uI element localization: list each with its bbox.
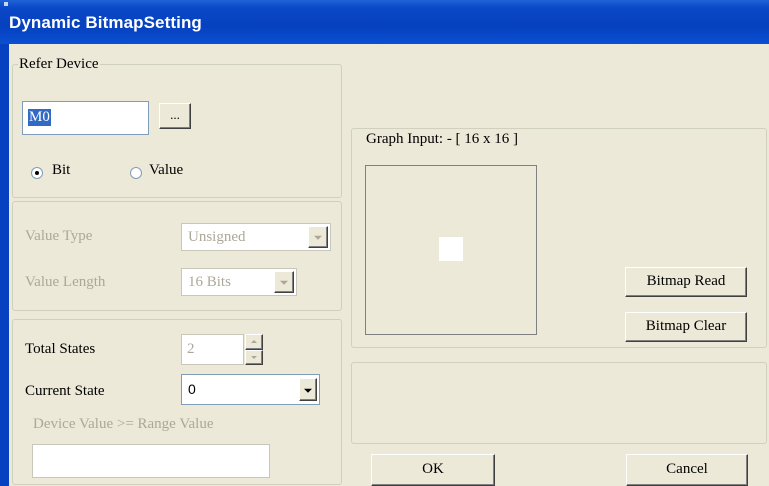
current-state-select[interactable]: 0	[181, 374, 320, 405]
spin-up-icon	[251, 340, 257, 343]
value-type-label: Value Type	[25, 228, 93, 244]
title-bar[interactable]: Dynamic BitmapSetting	[0, 0, 769, 44]
bitmap-read-button[interactable]: Bitmap Read	[625, 267, 747, 297]
current-state-label: Current State	[25, 383, 105, 399]
range-caption: Device Value >= Range Value	[33, 416, 214, 432]
cancel-button[interactable]: Cancel	[626, 454, 748, 486]
chevron-down-icon	[280, 280, 288, 285]
bitmap-canvas[interactable]	[365, 165, 537, 335]
refer-device-legend: Refer Device	[18, 56, 100, 73]
ok-button[interactable]: OK	[371, 454, 495, 486]
graph-input-label: Graph Input: - [ 16 x 16 ]	[366, 131, 519, 147]
value-radio-label: Value	[149, 162, 184, 178]
device-input-value: M0	[28, 109, 51, 126]
chevron-down-icon	[314, 235, 322, 240]
bit-radio-label: Bit	[52, 162, 71, 178]
preview-panel	[351, 362, 767, 444]
bitmap-clear-button[interactable]: Bitmap Clear	[625, 312, 747, 342]
value-type-select[interactable]: Unsigned	[181, 223, 331, 251]
current-state-dropdown-button[interactable]	[299, 378, 317, 401]
value-length-dropdown-button[interactable]	[274, 271, 294, 293]
value-type-value: Unsigned	[188, 229, 246, 245]
total-states-value: 2	[187, 341, 195, 357]
bitmap-pixel[interactable]	[439, 237, 463, 261]
value-length-value: 16 Bits	[188, 274, 231, 290]
browse-device-button[interactable]: ...	[159, 103, 191, 129]
total-states-spin-up[interactable]	[245, 334, 263, 350]
spin-down-icon	[251, 356, 257, 359]
value-length-label: Value Length	[25, 274, 106, 290]
chevron-down-icon	[304, 388, 312, 393]
total-states-label: Total States	[25, 341, 96, 357]
value-radio[interactable]	[130, 167, 142, 179]
window-title: Dynamic BitmapSetting	[9, 13, 202, 32]
window-border	[0, 44, 9, 486]
total-states-input[interactable]: 2	[181, 334, 244, 365]
device-input[interactable]: M0	[22, 101, 149, 135]
current-state-value: 0	[188, 381, 196, 397]
range-value-input[interactable]	[32, 444, 270, 478]
value-length-select[interactable]: 16 Bits	[181, 268, 297, 296]
system-menu-icon[interactable]	[4, 2, 8, 6]
bit-radio[interactable]	[31, 167, 43, 179]
value-type-dropdown-button[interactable]	[308, 226, 328, 248]
total-states-spin-down[interactable]	[245, 350, 263, 365]
bit-radio-dot	[35, 171, 39, 175]
